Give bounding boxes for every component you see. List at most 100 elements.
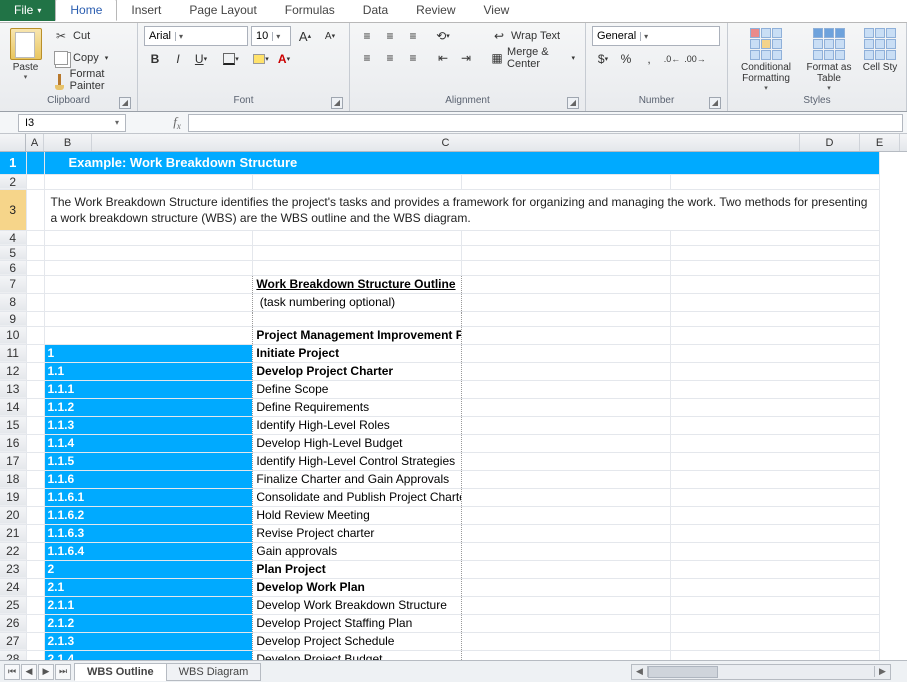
row-header[interactable]: 24 — [0, 578, 26, 596]
tab-review[interactable]: Review — [402, 0, 469, 21]
italic-button[interactable]: I — [167, 49, 189, 69]
bold-button[interactable]: B — [144, 49, 166, 69]
col-B[interactable]: B — [44, 134, 92, 151]
row-header[interactable]: 26 — [0, 614, 26, 632]
row-header[interactable]: 6 — [0, 260, 26, 275]
row-header[interactable]: 23 — [0, 560, 26, 578]
underline-button[interactable]: U▾ — [190, 49, 212, 69]
row-header[interactable]: 27 — [0, 632, 26, 650]
formula-input[interactable] — [188, 114, 903, 132]
shrink-font-button[interactable]: A▾ — [319, 26, 341, 46]
copy-button[interactable]: Copy▾ — [49, 48, 131, 68]
row-header[interactable]: 22 — [0, 542, 26, 560]
cell-styles-button[interactable]: Cell Sty — [860, 26, 900, 92]
dialog-launcher-icon[interactable]: ◢ — [331, 97, 343, 109]
tab-data[interactable]: Data — [349, 0, 402, 21]
scroll-thumb[interactable] — [648, 666, 718, 678]
row-header[interactable]: 19 — [0, 488, 26, 506]
row-header[interactable]: 18 — [0, 470, 26, 488]
name-box[interactable]: I3▾ — [18, 114, 126, 132]
wbs-task: Develop High-Level Budget — [253, 434, 462, 452]
row-header[interactable]: 20 — [0, 506, 26, 524]
merge-center-button[interactable]: ▦Merge & Center▾ — [487, 48, 579, 68]
col-E[interactable]: E — [860, 134, 900, 151]
cut-button[interactable]: ✂Cut — [49, 26, 131, 46]
row-header[interactable]: 17 — [0, 452, 26, 470]
horizontal-scr\ollbar[interactable]: ◀ ▶ — [631, 664, 891, 680]
format-painter-button[interactable]: Format Painter — [49, 70, 131, 90]
decrease-decimal-button[interactable]: .00→ — [684, 49, 706, 69]
conditional-formatting-button[interactable]: Conditional Formatting▾ — [734, 26, 798, 92]
font-size-combo[interactable]: 10▾ — [251, 26, 291, 46]
scroll-left-icon[interactable]: ◀ — [632, 666, 648, 677]
scroll-right-icon[interactable]: ▶ — [874, 666, 890, 677]
increase-indent-button[interactable]: ⇥ — [455, 48, 477, 68]
border-button[interactable]: ▾ — [220, 49, 242, 69]
dialog-launcher-icon[interactable]: ◢ — [119, 97, 131, 109]
col-A[interactable]: A — [26, 134, 44, 151]
number-format-combo[interactable]: General▾ — [592, 26, 720, 46]
row-header[interactable]: 13 — [0, 380, 26, 398]
tab-page-layout[interactable]: Page Layout — [175, 0, 270, 21]
align-center-button[interactable]: ≡ — [379, 48, 401, 68]
font-color-button[interactable]: A▾ — [273, 49, 295, 69]
increase-decimal-button[interactable]: .0← — [661, 49, 683, 69]
row-header[interactable]: 15 — [0, 416, 26, 434]
row-header[interactable]: 14 — [0, 398, 26, 416]
row-header[interactable]: 2 — [0, 174, 26, 189]
fx-icon[interactable] — [166, 114, 188, 132]
row-header[interactable]: 1 — [0, 152, 26, 174]
col-D[interactable]: D — [800, 134, 860, 151]
col-C[interactable]: C — [92, 134, 800, 151]
first-sheet-button[interactable]: ⏮ — [4, 664, 20, 680]
grow-font-button[interactable]: A▴ — [294, 26, 316, 46]
row-header[interactable]: 11 — [0, 344, 26, 362]
format-as-table-button[interactable]: Format as Table▾ — [802, 26, 856, 92]
tab-insert[interactable]: Insert — [117, 0, 175, 21]
next-sheet-button[interactable]: ▶ — [38, 664, 54, 680]
paste-button[interactable]: Paste▾ — [6, 26, 45, 92]
group-label: Font — [233, 95, 253, 106]
row-header[interactable]: 7 — [0, 275, 26, 293]
worksheet-grid[interactable]: A B C D E 1Example: Work Breakdown Struc… — [0, 134, 907, 660]
file-tab[interactable]: File▾ — [0, 0, 55, 21]
row-header[interactable]: 4 — [0, 230, 26, 245]
row-header[interactable]: 10 — [0, 326, 26, 344]
tab-home[interactable]: Home — [55, 0, 117, 21]
row-header[interactable]: 12 — [0, 362, 26, 380]
row-header[interactable]: 28 — [0, 650, 26, 660]
percent-button[interactable]: % — [615, 49, 637, 69]
fill-color-button[interactable]: ▾ — [250, 49, 272, 69]
align-top-button[interactable]: ≡ — [356, 26, 378, 46]
prev-sheet-button[interactable]: ◀ — [21, 664, 37, 680]
row-header[interactable]: 16 — [0, 434, 26, 452]
select-all-corner[interactable] — [0, 134, 26, 151]
row-header[interactable]: 21 — [0, 524, 26, 542]
wrap-text-button[interactable]: ↩Wrap Text — [487, 26, 579, 46]
tab-view[interactable]: View — [470, 0, 524, 21]
project-header: Project Management Improvement Project –… — [253, 326, 462, 344]
row-header[interactable]: 5 — [0, 245, 26, 260]
dialog-launcher-icon[interactable]: ◢ — [709, 97, 721, 109]
align-middle-button[interactable]: ≡ — [379, 26, 401, 46]
row-header[interactable]: 25 — [0, 596, 26, 614]
row-header[interactable]: 8 — [0, 293, 26, 311]
accounting-button[interactable]: $▾ — [592, 49, 614, 69]
sheet-tab-wbs-diagram[interactable]: WBS Diagram — [166, 663, 262, 681]
orientation-button[interactable]: ⟲▾ — [432, 26, 454, 46]
sheet-tab-wbs-outline[interactable]: WBS Outline — [74, 663, 167, 681]
comma-button[interactable]: , — [638, 49, 660, 69]
tab-formulas[interactable]: Formulas — [271, 0, 349, 21]
font-name-combo[interactable]: Arial▾ — [144, 26, 248, 46]
decrease-indent-button[interactable]: ⇤ — [432, 48, 454, 68]
align-bottom-button[interactable]: ≡ — [402, 26, 424, 46]
dialog-launcher-icon[interactable]: ◢ — [567, 97, 579, 109]
align-right-button[interactable]: ≡ — [402, 48, 424, 68]
align-left-button[interactable]: ≡ — [356, 48, 378, 68]
wbs-number: 2.1.4 — [44, 650, 253, 660]
cells[interactable]: 1Example: Work Breakdown Structure23The … — [0, 152, 880, 660]
row-header[interactable]: 9 — [0, 311, 26, 326]
row-header[interactable]: 3 — [0, 189, 26, 230]
wbs-number: 1.1.5 — [44, 452, 253, 470]
last-sheet-button[interactable]: ⏭ — [55, 664, 71, 680]
